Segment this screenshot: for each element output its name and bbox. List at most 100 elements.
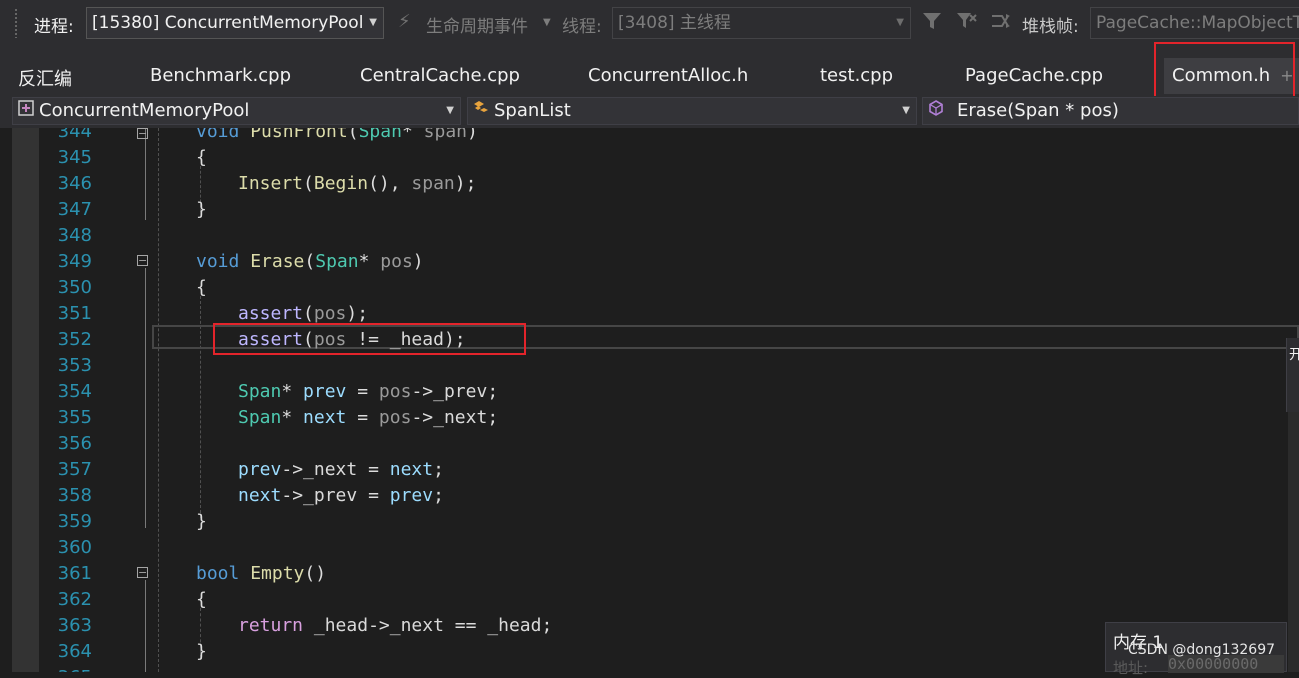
stack-frame-value: PageCache::MapObjectToSpan	[1096, 13, 1299, 33]
code-text: prev->_next = next;	[238, 459, 444, 480]
line-number: 348	[57, 225, 92, 246]
project-name: ConcurrentMemoryPool	[39, 100, 250, 121]
code-text: bool Empty()	[196, 563, 327, 584]
line-number: 354	[57, 381, 92, 402]
code-line: 360	[0, 535, 1290, 561]
code-line: 355 Span* next = pos->_next;	[0, 405, 1290, 431]
line-number: 355	[57, 407, 92, 428]
line-number: 361	[57, 563, 92, 584]
tab-pagecache-cpp[interactable]: PageCache.cpp	[965, 65, 1103, 86]
chevron-down-icon: ▼	[902, 105, 910, 116]
code-line: 344 − void PushFront(Span* span)	[0, 128, 1290, 145]
line-number: 358	[57, 485, 92, 506]
annotation-highlight-tab	[1154, 42, 1295, 104]
line-number: 351	[57, 303, 92, 324]
line-number: 353	[57, 355, 92, 376]
lifecycle-events-label[interactable]: 生命周期事件	[426, 12, 528, 37]
lifecycle-events-icon[interactable]: ⚡	[398, 11, 411, 32]
process-label: 进程:	[34, 17, 74, 37]
toolbar-grip[interactable]	[14, 8, 18, 38]
code-text: {	[196, 589, 207, 610]
tab-centralcache-cpp[interactable]: CentralCache.cpp	[360, 65, 520, 86]
side-panel-tab[interactable]: 开	[1286, 338, 1299, 412]
code-editor[interactable]: 344 − void PushFront(Span* span) 345 { 3…	[0, 128, 1299, 672]
class-dropdown[interactable]: SpanList ▼	[467, 97, 917, 125]
code-line: 364 }	[0, 639, 1290, 665]
line-number: 356	[57, 433, 92, 454]
chevron-down-icon: ▼	[369, 17, 377, 28]
chevron-down-icon: ▼	[896, 17, 904, 28]
tab-test-cpp[interactable]: test.cpp	[820, 65, 893, 86]
code-text: }	[196, 199, 207, 220]
chevron-down-icon: ▼	[446, 105, 454, 116]
fold-minus-icon[interactable]: −	[137, 255, 148, 266]
code-text: void Erase(Span* pos)	[196, 251, 424, 272]
method-icon	[927, 99, 945, 124]
annotation-highlight-assert	[213, 323, 526, 355]
code-line: 358 next->_prev = prev;	[0, 483, 1290, 509]
code-text: void PushFront(Span* span)	[196, 128, 478, 142]
tab-benchmark-cpp[interactable]: Benchmark.cpp	[150, 65, 291, 86]
project-dropdown[interactable]: ConcurrentMemoryPool ▼	[12, 97, 461, 125]
stack-frame-label: 堆栈帧:	[1022, 17, 1079, 37]
member-name: Erase(Span * pos)	[957, 100, 1119, 121]
line-number: 347	[57, 199, 92, 220]
line-number: 345	[57, 147, 92, 168]
tab-concurrentalloc-h[interactable]: ConcurrentAlloc.h	[588, 65, 748, 86]
code-text: {	[196, 277, 207, 298]
code-line: 346 Insert(Begin(), span);	[0, 171, 1290, 197]
line-number: 344	[57, 128, 92, 142]
line-number: 349	[57, 251, 92, 272]
member-dropdown[interactable]: Erase(Span * pos)	[922, 97, 1299, 125]
thread-select[interactable]: [3408] 主线程 ▼	[612, 7, 911, 39]
line-number: 362	[57, 589, 92, 610]
code-line: 357 prev->_next = next;	[0, 457, 1290, 483]
code-text: Insert(Begin(), span);	[238, 173, 477, 194]
code-line: 348	[0, 223, 1290, 249]
class-icon	[472, 99, 490, 124]
filter-clear-icon[interactable]	[956, 11, 978, 36]
code-line: 350 {	[0, 275, 1290, 301]
line-number: 352	[57, 329, 92, 350]
code-text: next->_prev = prev;	[238, 485, 444, 506]
code-text: }	[196, 511, 207, 532]
code-line: 356	[0, 431, 1290, 457]
code-line: 349 − void Erase(Span* pos)	[0, 249, 1290, 275]
tab-disassembly[interactable]: 反汇编	[18, 65, 72, 91]
fold-minus-icon[interactable]: −	[137, 128, 148, 139]
code-text: Span* next = pos->_next;	[238, 407, 499, 428]
watermark: CSDN @dong132697	[1128, 642, 1276, 658]
line-number: 350	[57, 277, 92, 298]
code-line: 347 }	[0, 197, 1290, 223]
thread-value: [3408] 主线程	[618, 13, 731, 33]
line-number: 359	[57, 511, 92, 532]
code-line: 351 assert(pos);	[0, 301, 1290, 327]
line-number: 360	[57, 537, 92, 558]
code-text: {	[196, 147, 207, 168]
thread-label: 线程:	[562, 17, 602, 37]
toggle-flag-icon[interactable]	[990, 11, 1012, 36]
code-line-current: 352 assert(pos != _head);	[0, 327, 1290, 353]
code-line: 345 {	[0, 145, 1290, 171]
fold-minus-icon[interactable]: −	[137, 567, 148, 578]
memory-address-label: 地址:	[1113, 659, 1149, 677]
debug-toolbar: 进程: [15380] ConcurrentMemoryPool ▼ ⚡ 生命周…	[0, 0, 1299, 48]
side-panel-tab-label: 开	[1289, 344, 1299, 364]
process-select[interactable]: [15380] ConcurrentMemoryPool ▼	[86, 7, 384, 39]
process-value: [15380] ConcurrentMemoryPool	[92, 13, 364, 33]
project-icon	[17, 99, 35, 124]
line-number: 365	[40, 665, 92, 672]
chevron-down-icon[interactable]: ▼	[543, 17, 551, 28]
filter-icon[interactable]	[922, 11, 942, 36]
line-number: 364	[57, 641, 92, 662]
code-text: return _head->_next == _head;	[238, 615, 553, 636]
code-text: Span* prev = pos->_prev;	[238, 381, 499, 402]
code-line: 359 }	[0, 509, 1290, 535]
class-name: SpanList	[494, 100, 571, 121]
code-line: 365	[0, 665, 1290, 672]
code-line: 362 {	[0, 587, 1290, 613]
code-line: 354 Span* prev = pos->_prev;	[0, 379, 1290, 405]
code-line: 361 − bool Empty()	[0, 561, 1290, 587]
vertical-scrollbar[interactable]	[1288, 412, 1299, 672]
stack-frame-select[interactable]: PageCache::MapObjectToSpan	[1090, 7, 1299, 39]
